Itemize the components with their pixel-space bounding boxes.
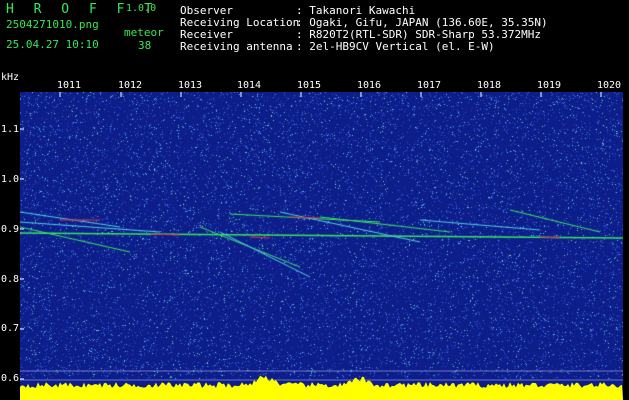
x-tick-1018: 1018: [477, 80, 502, 91]
x-tick-1015: 1015: [297, 80, 322, 91]
date-time: 25.04.27 10:10: [6, 38, 99, 51]
plot-overlay: [20, 92, 623, 400]
y-tick-0-7: 0.7: [1, 323, 20, 334]
y-tick-0-6: 0.6: [1, 373, 20, 384]
meteor-count: 38: [138, 39, 152, 52]
info-antenna-label: Receiving antenna: [180, 40, 293, 53]
info-antenna-value: : 2el-HB9CV Vertical (el. E-W): [296, 40, 495, 53]
x-tick-1011: 1011: [57, 80, 82, 91]
y-tick-marks: [20, 128, 24, 380]
x-tick-1019: 1019: [537, 80, 562, 91]
x-tick-1012: 1012: [118, 80, 143, 91]
x-tick-1020: 1020: [597, 80, 622, 91]
y-tick-0-8: 0.8: [1, 274, 20, 285]
hrofft-window: H R O F F T 1.0.0 2504271010.png 25.04.2…: [0, 0, 629, 400]
meteor-label: meteor: [124, 26, 164, 39]
x-tick-1014: 1014: [237, 80, 262, 91]
file-name: 2504271010.png: [6, 18, 99, 31]
x-tick-1016: 1016: [357, 80, 382, 91]
x-tick-1013: 1013: [178, 80, 203, 91]
y-tick-1-1: 1.1: [1, 124, 20, 135]
y-tick-0-9: 0.9: [1, 224, 20, 235]
x-tick-1017: 1017: [417, 80, 442, 91]
signal-level-trace: [20, 375, 623, 400]
x-tick-marks: [59, 92, 602, 97]
y-tick-1-0: 1.0: [1, 174, 20, 185]
y-unit-label: kHz: [1, 72, 20, 83]
app-version: 1.0.0: [126, 3, 157, 14]
spectrogram-plot: [20, 92, 623, 400]
